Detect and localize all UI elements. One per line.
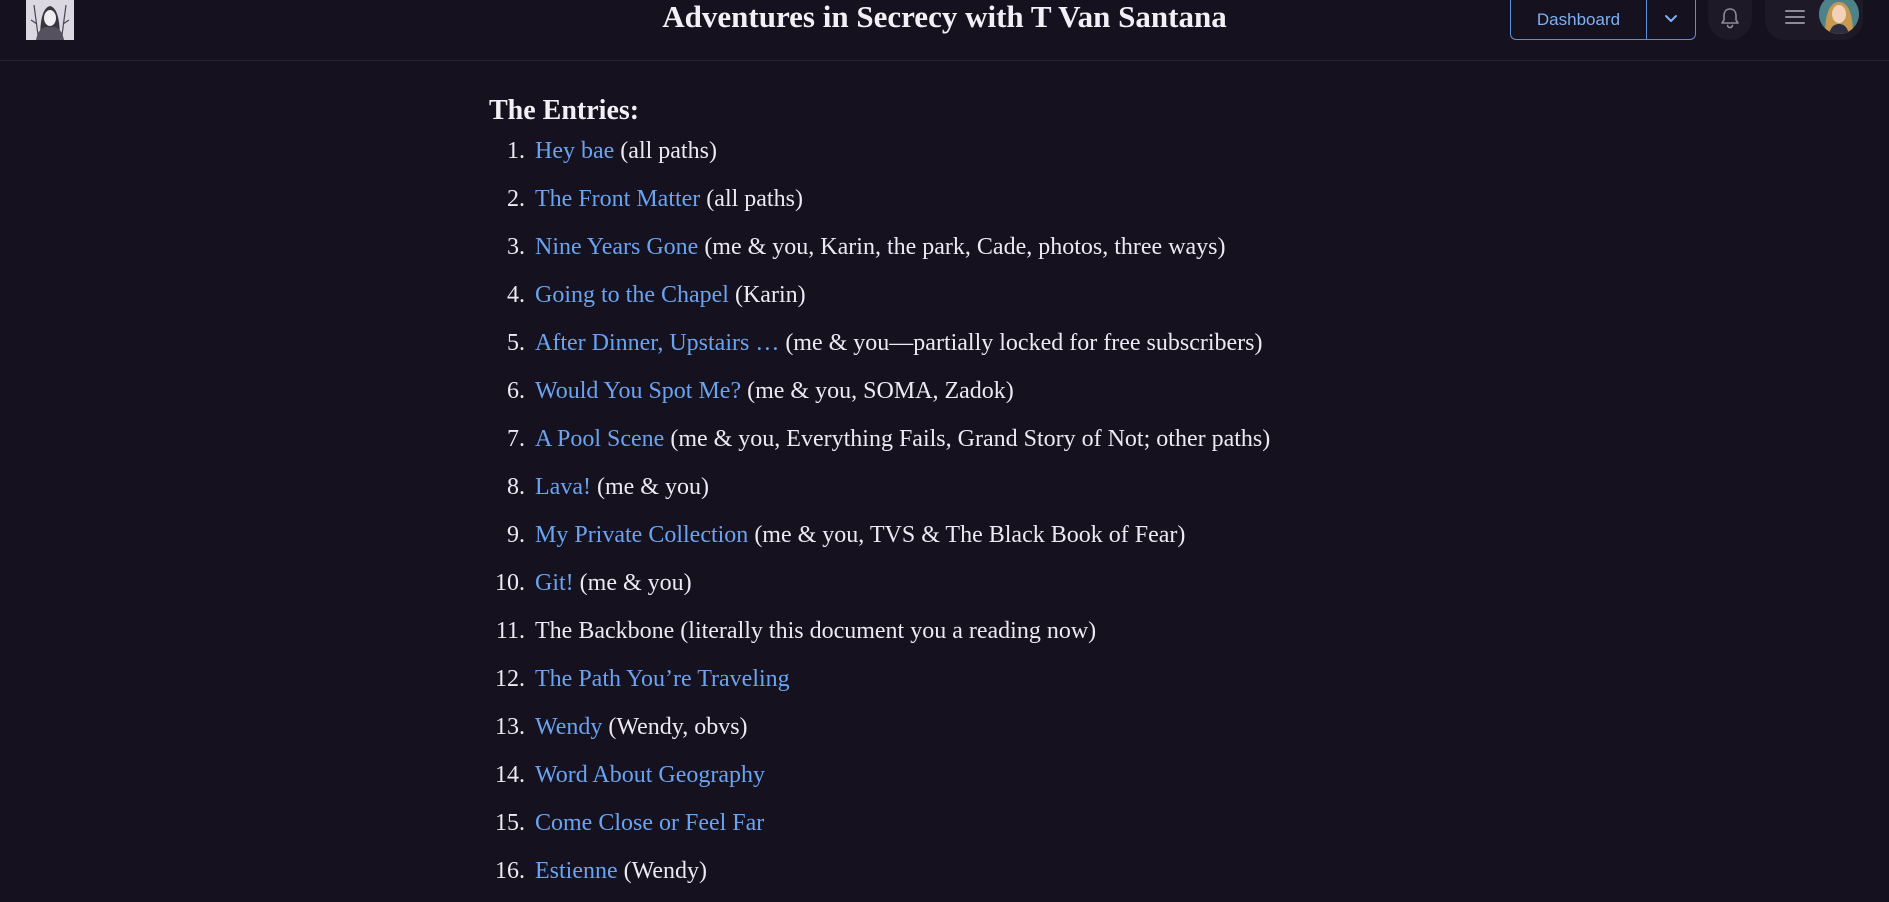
entry-note: (all paths) (614, 138, 717, 164)
entry-note: (me & you, SOMA, Zadok) (741, 378, 1014, 404)
list-item: 1. Hey bae (all paths) (489, 134, 1489, 182)
entry-link[interactable]: The Path You’re Traveling (535, 666, 790, 692)
entry-note: (me & you, TVS & The Black Book of Fear) (748, 522, 1186, 548)
user-avatar[interactable] (1819, 0, 1859, 34)
list-item: 16. Estienne (Wendy) (489, 854, 1489, 902)
entry-number: 6. (507, 378, 525, 404)
list-item: 10. Git! (me & you) (489, 566, 1489, 614)
chevron-down-icon (1664, 11, 1678, 29)
entry-number: 9. (507, 522, 525, 548)
entry-note: (me & you) (573, 570, 692, 596)
list-item: 4. Going to the Chapel (Karin) (489, 278, 1489, 326)
entry-link[interactable]: Nine Years Gone (535, 234, 698, 260)
notifications-button[interactable] (1708, 0, 1752, 40)
list-item: 11. The Backbone (literally this document… (489, 614, 1489, 662)
list-item: 3. Nine Years Gone (me & you, Karin, the … (489, 230, 1489, 278)
entry-number: 7. (507, 426, 525, 452)
entry-link[interactable]: My Private Collection (535, 522, 748, 548)
list-item: 13. Wendy (Wendy, obvs) (489, 710, 1489, 758)
entries-heading: The Entries: (489, 95, 640, 126)
entry-number: 1. (507, 138, 525, 164)
entry-number: 2. (507, 186, 525, 212)
entry-number: 4. (507, 282, 525, 308)
entries-section: The Entries: 1. Hey bae (all paths) 2. The … (489, 92, 1489, 902)
entry-number: 13. (495, 714, 525, 740)
entry-note: (literally this document you a reading n… (674, 618, 1097, 644)
entry-note: (Wendy) (617, 858, 708, 884)
entry-link[interactable]: After Dinner, Upstairs … (535, 330, 779, 356)
entries-list: 1. Hey bae (all paths) 2. The Front Matter … (489, 134, 1489, 902)
list-item: 6. Would You Spot Me? (me & you, SOMA, Za… (489, 374, 1489, 422)
entry-note: (all paths) (700, 186, 803, 212)
entry-link[interactable]: Lava! (535, 474, 591, 500)
list-item: 12. The Path You’re Traveling (489, 662, 1489, 710)
entry-link[interactable]: Going to the Chapel (535, 282, 729, 308)
entry-link[interactable]: The Front Matter (535, 186, 700, 212)
entry-number: 16. (495, 858, 525, 884)
portrait-logo-icon[interactable] (26, 0, 74, 40)
dashboard-button-group: Dashboard (1510, 0, 1696, 40)
entry-number: 11. (495, 618, 525, 644)
list-item: 5. After Dinner, Upstairs … (me & you—par… (489, 326, 1489, 374)
list-item: 15. Come Close or Feel Far (489, 806, 1489, 854)
dashboard-button[interactable]: Dashboard (1511, 0, 1647, 39)
entry-number: 3. (507, 234, 525, 260)
top-navigation-bar: Adventures in Secrecy with T Van Santana… (0, 0, 1889, 61)
entry-link[interactable]: A Pool Scene (535, 426, 664, 452)
entry-number: 10. (495, 570, 525, 596)
entry-note: (me & you, Karin, the park, Cade, photos… (698, 234, 1226, 260)
bell-icon (1719, 6, 1741, 35)
entry-note: (me & you—partially locked for free subs… (779, 330, 1263, 356)
entry-link[interactable]: Come Close or Feel Far (535, 810, 764, 836)
entry-link[interactable]: Word About Geography (535, 762, 765, 788)
entry-link[interactable]: Git! (535, 570, 574, 596)
hamburger-menu-icon (1783, 6, 1807, 28)
entry-note: (Wendy, obvs) (602, 714, 748, 740)
entry-note: (me & you) (590, 474, 709, 500)
entry-number: 14. (495, 762, 525, 788)
list-item: 8. Lava! (me & you) (489, 470, 1489, 518)
account-menu-button[interactable] (1765, 0, 1863, 40)
entry-number: 5. (507, 330, 525, 356)
entry-title: The Backbone (535, 618, 675, 644)
entry-link[interactable]: Estienne (535, 858, 618, 884)
entry-number: 15. (495, 810, 525, 836)
dashboard-dropdown-button[interactable] (1647, 0, 1695, 39)
list-item: 7. A Pool Scene (me & you, Everything Fai… (489, 422, 1489, 470)
list-item: 14. Word About Geography (489, 758, 1489, 806)
list-item: 9. My Private Collection (me & you, TVS &… (489, 518, 1489, 566)
entry-note: (Karin) (728, 282, 806, 308)
entry-link[interactable]: Would You Spot Me? (535, 378, 741, 404)
entry-link[interactable]: Wendy (535, 714, 602, 740)
list-item: 2. The Front Matter (all paths) (489, 182, 1489, 230)
entry-link[interactable]: Hey bae (535, 138, 614, 164)
entry-note: (me & you, Everything Fails, Grand Story… (664, 426, 1271, 452)
entry-number: 8. (507, 474, 525, 500)
entry-number: 12. (495, 666, 525, 692)
